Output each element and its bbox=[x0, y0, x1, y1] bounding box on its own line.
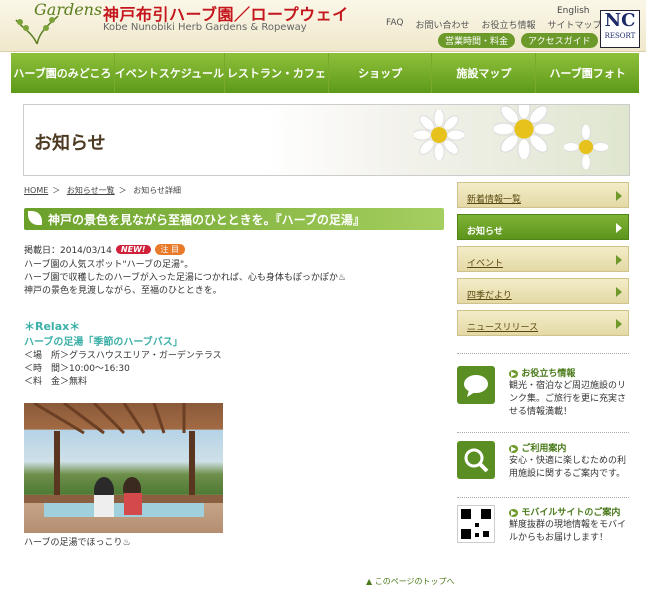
breadcrumb-separator: ＞ bbox=[52, 186, 61, 195]
nav-restaurant-cafe[interactable]: レストラン・カフェ bbox=[225, 53, 329, 93]
nc-logo-sub: RESORT bbox=[604, 32, 636, 40]
footbath-scene bbox=[24, 403, 223, 517]
chamomile-flower-icon bbox=[414, 110, 464, 160]
body-line: ハーブ園の人気スポット"ハーブの足湯"。 bbox=[24, 260, 194, 270]
mobile-site-desc: 鮮度抜群の現地情報をモバイルからもお届けします！ bbox=[509, 520, 627, 543]
breadcrumb-current: お知らせ詳細 bbox=[133, 186, 182, 195]
post-date: 掲載日：2014/03/14 bbox=[24, 246, 112, 256]
side-item-label: 新着情報一覧 bbox=[467, 195, 522, 205]
nav-shop[interactable]: ショップ bbox=[329, 53, 433, 93]
side-item-label: ニュースリリース bbox=[467, 323, 539, 333]
article-title: 神戸の景色を見ながら至福のひとときを。『ハーブの足湯』 bbox=[48, 212, 365, 227]
info-hours: ＜時 間＞10:00〜16:30 bbox=[24, 364, 130, 374]
access-guide-button[interactable]: アクセスガイド bbox=[521, 33, 598, 48]
category-badge: 注 目 bbox=[154, 244, 186, 255]
site-header: Gardens 神戸布引ハーブ園／ロープウェイ Kobe Nunobiki He… bbox=[0, 0, 646, 52]
main-nav: ハーブ園のみどころ イベントスケジュール レストラン・カフェ ショップ 施設マッ… bbox=[11, 53, 639, 93]
side-item-notices[interactable]: お知らせ bbox=[457, 214, 629, 240]
nav-event-schedule[interactable]: イベントスケジュール bbox=[115, 53, 225, 93]
arrow-right-icon bbox=[616, 191, 622, 201]
speech-bubble-icon bbox=[457, 366, 495, 404]
page-banner: お知らせ bbox=[23, 104, 630, 176]
page-top-label: このページのトップへ bbox=[374, 577, 455, 586]
up-arrow-icon: ▲ bbox=[366, 577, 375, 586]
nc-resort-logo[interactable]: NC RESORT bbox=[600, 10, 640, 48]
photo-caption: ハーブの足湯でほっこり♨ bbox=[24, 538, 131, 548]
footbath-title: ハーブの足湯「季節のハーブバス」 bbox=[24, 337, 183, 348]
breadcrumb-separator: ＞ bbox=[118, 186, 127, 195]
relax-heading: ＊Relax＊ bbox=[24, 320, 81, 333]
usage-guide-box[interactable]: ご利用案内 安心・快適に楽しむための利用施設に関するご案内です。 bbox=[457, 441, 629, 491]
usage-guide-desc: 安心・快適に楽しむための利用施設に関するご案内です。 bbox=[509, 456, 627, 479]
article-title-bar: 神戸の景色を見ながら至福のひとときを。『ハーブの足湯』 bbox=[24, 208, 444, 230]
article-meta: 掲載日：2014/03/14 NEW! 注 目 bbox=[24, 243, 186, 256]
nav-photo[interactable]: ハーブ園フォト bbox=[536, 53, 639, 93]
chamomile-flower-icon bbox=[564, 125, 608, 169]
divider bbox=[457, 497, 629, 498]
magnifier-icon bbox=[457, 441, 495, 479]
usage-guide-title[interactable]: ご利用案内 bbox=[509, 441, 566, 454]
mobile-site-box[interactable]: モバイルサイトのご案内 鮮度抜群の現地情報をモバイルからもお届けします！ bbox=[457, 505, 629, 550]
page-top-link[interactable]: ▲ このページのトップへ bbox=[366, 576, 455, 587]
side-item-news-list[interactable]: 新着情報一覧 bbox=[457, 182, 629, 208]
useful-info-title[interactable]: お役立ち情報 bbox=[509, 366, 575, 379]
side-item-seasons[interactable]: 四季だより bbox=[457, 278, 629, 304]
hours-fees-button[interactable]: 営業時間・料金 bbox=[438, 33, 516, 48]
qr-code-icon bbox=[457, 505, 495, 543]
useful-info-desc: 観光・宿泊など周辺施設のリンク集。ご旅行を更に充実させる情報満載！ bbox=[509, 381, 627, 417]
side-item-label: イベント bbox=[467, 259, 504, 269]
nc-logo-text: NC bbox=[604, 10, 636, 31]
leaf-icon bbox=[28, 211, 42, 225]
arrow-right-icon bbox=[616, 319, 622, 329]
arrow-right-icon bbox=[616, 223, 622, 233]
chamomile-flower-icon bbox=[494, 105, 554, 159]
side-item-label: お知らせ bbox=[467, 227, 503, 237]
useful-info-link[interactable]: お役立ち情報 bbox=[481, 18, 535, 31]
breadcrumb-news-list[interactable]: お知らせ一覧 bbox=[67, 186, 115, 195]
faq-link[interactable]: FAQ bbox=[386, 18, 403, 31]
divider bbox=[457, 353, 629, 354]
header-pills: 営業時間・料金 アクセスガイド bbox=[438, 33, 598, 48]
side-item-label: 四季だより bbox=[467, 291, 512, 301]
divider bbox=[457, 432, 629, 433]
info-location: ＜場 所＞グラスハウスエリア・ガーデンテラス bbox=[24, 351, 222, 361]
site-subtitle: Kobe Nunobiki Herb Gardens & Ropeway bbox=[103, 22, 307, 33]
footbath-photo bbox=[24, 403, 223, 533]
nav-facility-map[interactable]: 施設マップ bbox=[432, 53, 537, 93]
useful-info-box[interactable]: お役立ち情報 観光・宿泊など周辺施設のリンク集。ご旅行を更に充実させる情報満載！ bbox=[457, 366, 629, 426]
new-badge: NEW! bbox=[115, 245, 151, 254]
breadcrumb-home[interactable]: HOME bbox=[24, 186, 48, 195]
utility-links: FAQ お問い合わせ お役立ち情報 サイトマップ bbox=[386, 18, 601, 31]
sitemap-link[interactable]: サイトマップ bbox=[547, 18, 601, 31]
page-title: お知らせ bbox=[34, 133, 106, 154]
body-line: 神戸の景色を見渡しながら、至福のひとときを。 bbox=[24, 286, 222, 296]
body-line: ハーブ園で収穫したのハーブが入った足湯につかれば、心も身体もぽっかぽか♨ bbox=[24, 273, 346, 283]
contact-link[interactable]: お問い合わせ bbox=[415, 18, 469, 31]
breadcrumb: HOME ＞ お知らせ一覧＞ お知らせ詳細 bbox=[24, 185, 185, 196]
arrow-right-icon bbox=[616, 255, 622, 265]
side-menu: 新着情報一覧 お知らせ イベント 四季だより ニュースリリース bbox=[457, 182, 629, 342]
arrow-right-icon bbox=[616, 287, 622, 297]
article-body: ハーブ園の人気スポット"ハーブの足湯"。 ハーブ園で収穫したのハーブが入った足湯… bbox=[24, 259, 444, 298]
info-fee: ＜料 金＞無料 bbox=[24, 377, 88, 387]
logo-text[interactable]: Gardens bbox=[34, 0, 102, 19]
side-item-news-release[interactable]: ニュースリリース bbox=[457, 310, 629, 336]
english-link[interactable]: English bbox=[557, 6, 590, 16]
nav-highlights[interactable]: ハーブ園のみどころ bbox=[11, 53, 115, 93]
side-item-events[interactable]: イベント bbox=[457, 246, 629, 272]
mobile-site-title[interactable]: モバイルサイトのご案内 bbox=[509, 505, 620, 518]
